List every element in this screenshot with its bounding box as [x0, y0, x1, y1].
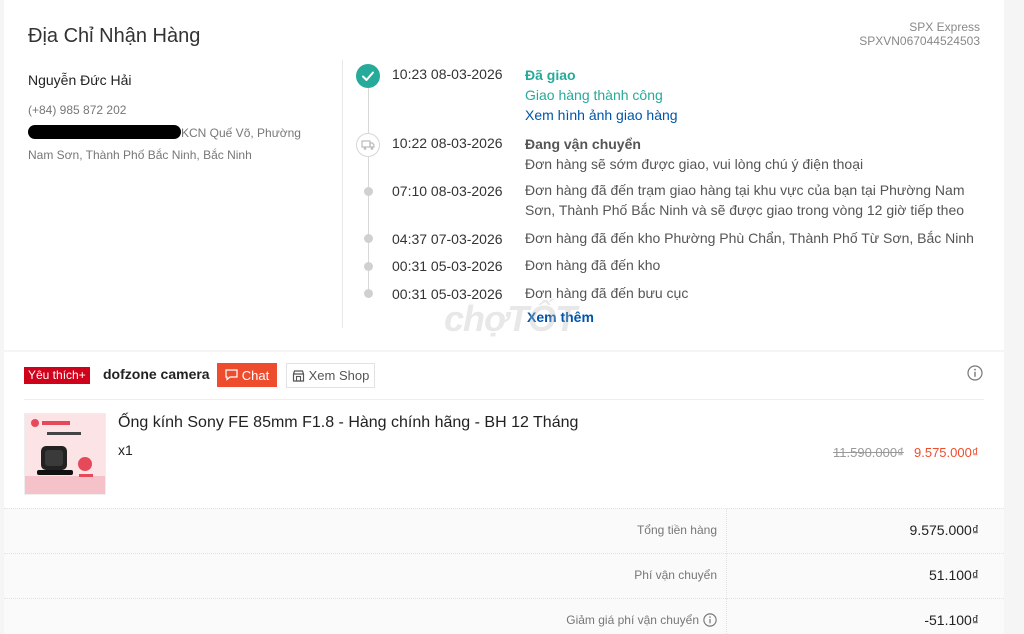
event-time: 10:22 08-03-2026 [392, 135, 503, 151]
shop-card: Yêu thích+ dofzone camera Chat Xem Shop … [4, 352, 1004, 508]
event-desc: Đơn hàng đã đến kho [525, 257, 661, 273]
view-delivery-photo-link[interactable]: Xem hình ảnh giao hàng [525, 105, 990, 125]
recipient-phone: (+84) 985 872 202 [28, 103, 127, 117]
event-desc: Đơn hàng đã đến kho Phường Phù Chẩn, Thà… [525, 230, 974, 246]
summary-label-text: Phí vận chuyển [634, 568, 717, 582]
timeline-connector [368, 157, 369, 297]
address-title: Địa Chỉ Nhận Hàng [28, 25, 201, 47]
shop-icon [292, 369, 304, 382]
event-status: Đang vận chuyển [525, 136, 641, 152]
summary-label-text: Tổng tiền hàng [636, 523, 717, 537]
summary-value: 51.100₫ [928, 567, 979, 583]
column-divider [726, 599, 727, 634]
chat-icon [225, 369, 238, 381]
event-time: 07:10 08-03-2026 [392, 183, 503, 199]
event-time: 00:31 05-03-2026 [392, 258, 503, 274]
timeline-dot [364, 289, 373, 298]
check-icon [356, 64, 380, 88]
carrier-name: SPX Express [909, 20, 980, 34]
address-card: Địa Chỉ Nhận Hàng SPX Express SPXVN06704… [4, 0, 1004, 350]
recipient-name: Nguyễn Đức Hải [28, 72, 132, 88]
current-price: 9.575.000₫ [914, 445, 979, 460]
summary-label-text: Giảm giá phí vận chuyển [566, 613, 699, 627]
product-thumbnail[interactable] [24, 413, 106, 495]
event-desc: Giao hàng thành công [525, 87, 663, 103]
carrier-info: SPX Express SPXVN067044524503 [859, 20, 980, 48]
summary-row: Phí vận chuyển 51.100₫ [4, 553, 1004, 599]
timeline-dot [364, 262, 373, 271]
summary-value: 9.575.000₫ [909, 522, 979, 538]
event-desc: Đơn hàng sẽ sớm được giao, vui lòng chú … [525, 156, 864, 172]
timeline-dot [364, 187, 373, 196]
recipient-address: KCN Quế Võ, Phường Nam Sơn, Thành Phố Bắ… [28, 122, 328, 166]
divider [24, 399, 984, 400]
summary-label: Giảm giá phí vận chuyển [566, 613, 717, 627]
see-more-link[interactable]: Xem thêm [527, 309, 594, 325]
chat-label: Chat [241, 367, 270, 383]
event-desc: Đơn hàng đã đến bưu cục [525, 285, 689, 301]
event-time: 04:37 07-03-2026 [392, 231, 503, 247]
summary-value: -51.100₫ [924, 612, 979, 628]
view-shop-button[interactable]: Xem Shop [286, 363, 375, 388]
summary-row: Tổng tiền hàng 9.575.000₫ [4, 508, 1004, 554]
shop-name[interactable]: dofzone camera [103, 366, 210, 382]
tracking-number: SPXVN067044524503 [859, 34, 980, 48]
product-title[interactable]: Ống kính Sony FE 85mm F1.8 - Hàng chính … [118, 414, 578, 432]
info-icon[interactable] [703, 613, 717, 627]
timeline-dot [364, 234, 373, 243]
truck-icon [356, 133, 380, 157]
event-desc: Đơn hàng đã đến trạm giao hàng tại khu v… [525, 182, 965, 218]
summary-row: Giảm giá phí vận chuyển -51.100₫ [4, 598, 1004, 634]
vertical-divider [342, 60, 343, 328]
timeline-connector [368, 88, 369, 133]
summary-label: Phí vận chuyển [634, 568, 717, 582]
event-body: Đã giao Giao hàng thành công Xem hình ản… [525, 65, 990, 125]
event-time: 10:23 08-03-2026 [392, 66, 503, 82]
product-quantity: x1 [118, 442, 133, 458]
summary-label: Tổng tiền hàng [637, 523, 717, 537]
chat-button[interactable]: Chat [217, 363, 277, 387]
view-shop-label: Xem Shop [308, 368, 370, 383]
column-divider [726, 509, 727, 554]
event-time: 00:31 05-03-2026 [392, 286, 503, 302]
event-status: Đã giao [525, 67, 576, 83]
redacted-text [28, 125, 181, 139]
original-price: 11.590.000₫ [833, 445, 904, 460]
order-summary: Tổng tiền hàng 9.575.000₫ Phí vận chuyển… [4, 508, 1004, 634]
event-body: Đang vận chuyển Đơn hàng sẽ sớm được gia… [525, 134, 990, 174]
favorite-badge: Yêu thích+ [24, 367, 90, 384]
info-icon[interactable] [967, 365, 983, 381]
column-divider [726, 554, 727, 599]
